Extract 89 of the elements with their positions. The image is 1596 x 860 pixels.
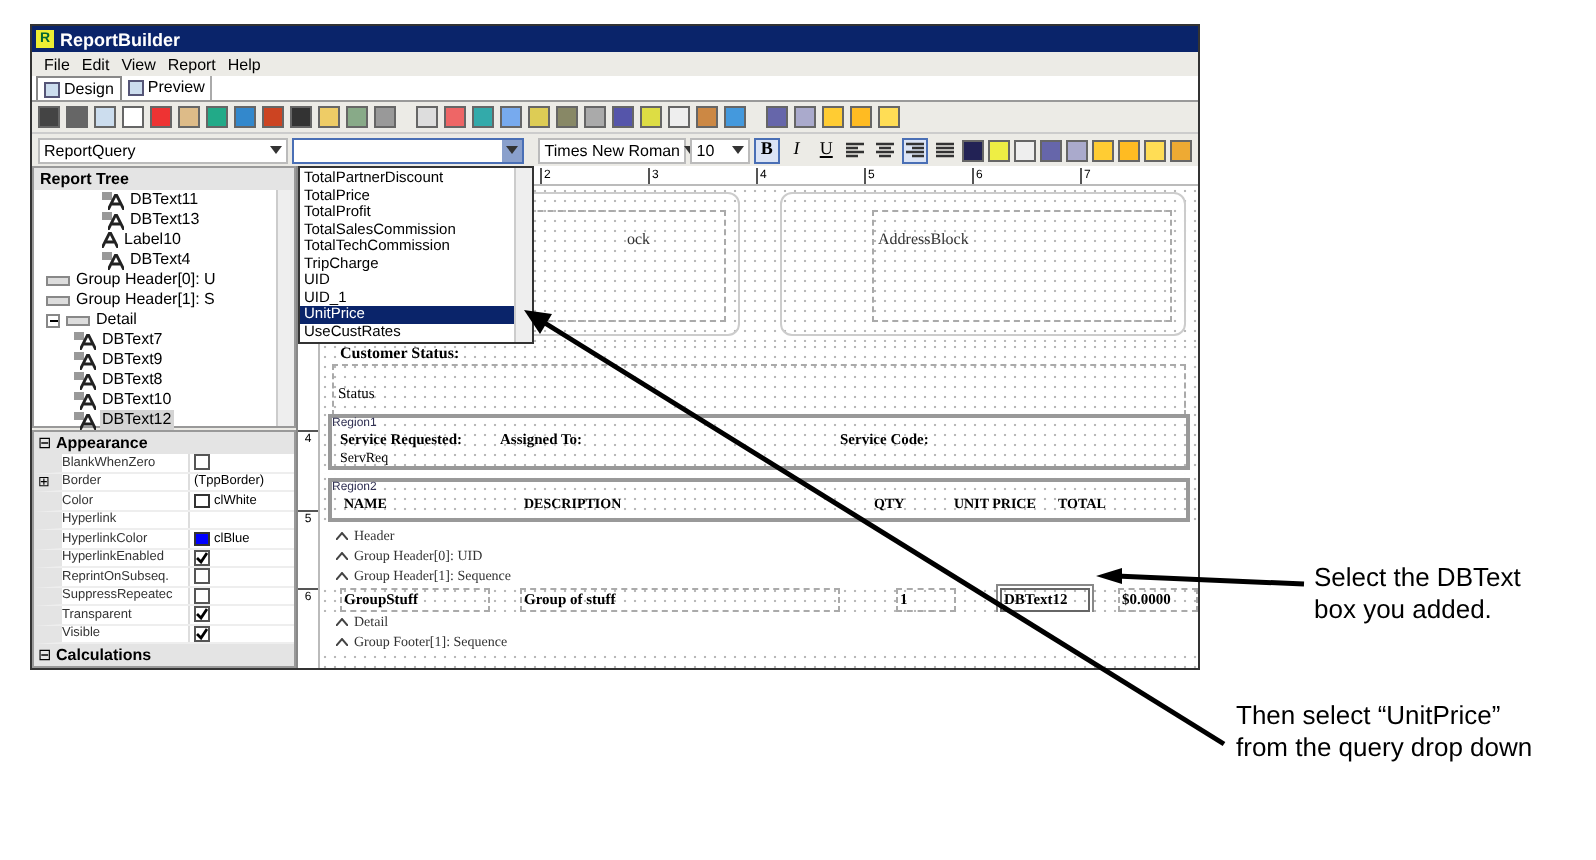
tool-icon[interactable] (668, 106, 690, 128)
field-icon (74, 351, 96, 369)
callout-text: Then select “UnitPrice” from the query drop down (1236, 700, 1535, 764)
tool-icon[interactable] (822, 106, 844, 128)
field-icon (102, 211, 124, 229)
tool-icon[interactable] (500, 106, 522, 128)
tree-item[interactable]: Detail (94, 310, 139, 330)
align-button[interactable] (872, 137, 899, 163)
align-icon (906, 142, 925, 158)
align-button[interactable] (932, 137, 959, 163)
band-icon (46, 295, 70, 305)
tool-icon[interactable] (1092, 139, 1115, 161)
tool-icon[interactable] (1118, 139, 1141, 161)
dropdown-field[interactable]: Times New Roman (538, 137, 687, 163)
tree-item[interactable]: DBText9 (100, 350, 165, 370)
tree-item[interactable]: Label10 (122, 230, 183, 250)
menu-item[interactable]: Help (227, 53, 261, 75)
tree-item[interactable]: DBText8 (100, 370, 165, 390)
field-icon (102, 251, 124, 269)
tree-item[interactable]: DBText7 (100, 330, 165, 350)
align-icon (876, 142, 895, 158)
tool-icon[interactable] (878, 106, 900, 128)
tree-item[interactable]: Group Header[1]: S (74, 290, 217, 310)
tree-item[interactable]: DBText13 (128, 210, 202, 230)
tool-icon[interactable] (178, 106, 200, 128)
checkbox[interactable] (194, 606, 210, 623)
tool-icon[interactable] (794, 106, 816, 128)
checkbox[interactable] (194, 454, 210, 471)
dropdown-field[interactable] (291, 137, 525, 163)
tool-icon[interactable] (318, 106, 340, 128)
field-icon (74, 371, 96, 389)
address-block[interactable]: AddressBlock (779, 192, 1186, 336)
tool-icon[interactable] (122, 106, 144, 128)
panel-title: Report Tree (34, 168, 294, 190)
tree-item[interactable]: DBText10 (100, 390, 174, 410)
bold-button[interactable]: B (753, 137, 780, 163)
window-title: ReportBuilder (60, 27, 181, 51)
tree-item[interactable]: Group Header[0]: U (74, 270, 218, 290)
align-button[interactable] (902, 137, 929, 163)
text-icon (102, 232, 118, 248)
block-label: ock (627, 230, 651, 248)
band-icon (46, 275, 70, 285)
tree-item[interactable]: DBText4 (128, 250, 193, 270)
dropdown-field[interactable]: 10 (690, 137, 750, 163)
caret-icon (506, 146, 519, 154)
page-icon (127, 80, 144, 96)
menu-item[interactable]: View (121, 53, 156, 75)
tool-icon[interactable] (290, 106, 312, 128)
page-icon (44, 81, 60, 97)
tool-icon[interactable] (416, 106, 438, 128)
align-icon (846, 142, 865, 158)
tool-icon[interactable] (584, 106, 606, 128)
block-label: AddressBlock (878, 230, 969, 248)
category-label: Appearance (56, 433, 148, 453)
tool-icon[interactable] (640, 106, 662, 128)
field-icon (74, 391, 96, 409)
underline-button[interactable]: U (813, 137, 840, 163)
field-icon (74, 331, 96, 349)
menu-item[interactable]: Edit (81, 53, 110, 75)
field-icon (102, 191, 124, 209)
expander-icon[interactable]: ⊟ (38, 433, 52, 453)
tool-icon[interactable] (1066, 139, 1089, 161)
caret-icon (269, 146, 282, 154)
tool-icon[interactable] (1144, 139, 1167, 161)
checkbox[interactable] (194, 568, 210, 585)
align-icon (936, 142, 955, 158)
menu-item[interactable]: File (44, 53, 70, 75)
tree-item[interactable]: DBText11 (128, 190, 201, 210)
tree-item[interactable]: DBText12 (100, 410, 174, 430)
category-label: Calculations (56, 645, 152, 665)
tab[interactable]: Design (36, 76, 122, 100)
menu-item[interactable]: Report (167, 53, 216, 75)
tool-icon[interactable] (528, 106, 550, 128)
italic-button[interactable]: I (783, 137, 810, 163)
caret-icon (731, 146, 744, 154)
scrollbar[interactable] (276, 190, 294, 426)
dropdown-field[interactable]: ReportQuery (38, 137, 288, 163)
callout-text: Select the DBText box you added. (1314, 562, 1523, 626)
align-button[interactable] (843, 137, 869, 163)
tool-icon[interactable] (94, 106, 116, 128)
band-icon (66, 315, 90, 325)
tab[interactable]: Preview (121, 76, 213, 100)
scrollbar[interactable] (514, 168, 532, 342)
tool-icon[interactable] (850, 106, 872, 128)
tool-icon[interactable] (1170, 139, 1193, 161)
tool-icon[interactable] (1040, 139, 1063, 161)
expander-icon[interactable] (46, 313, 60, 327)
expander-icon[interactable]: ⊟ (38, 645, 52, 665)
section-heading: Customer Status: (338, 344, 462, 364)
